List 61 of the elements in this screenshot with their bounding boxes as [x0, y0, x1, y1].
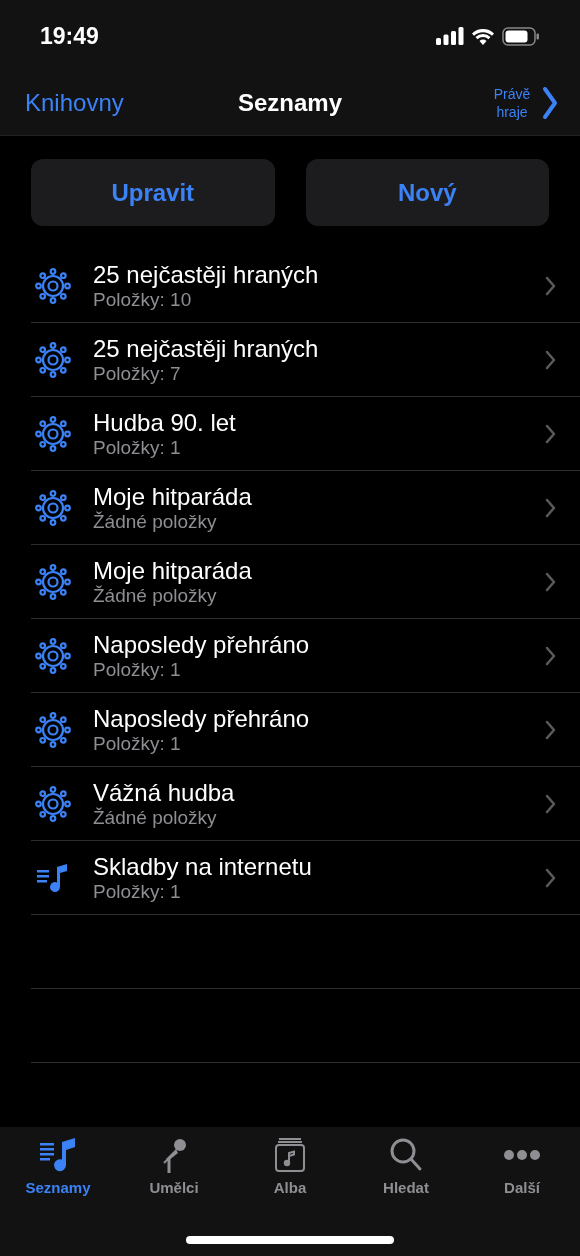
gear-icon [35, 711, 71, 748]
playlist-count: Položky: 1 [93, 880, 182, 903]
playlist-count: Žádné položky [93, 806, 218, 829]
chevron-right-icon [545, 571, 556, 592]
chevron-right-icon [545, 645, 556, 666]
chevron-right-icon [542, 85, 558, 120]
more-icon [502, 1150, 542, 1160]
playlist-row[interactable]: 25 nejčastěji hraných Položky: 10 [31, 249, 580, 323]
chevron-right-icon [545, 349, 556, 370]
chevron-right-icon [545, 497, 556, 518]
playlist-title: Skladby na internetu [93, 852, 313, 881]
playlist-count: Žádné položky [93, 510, 217, 533]
chevron-right-icon [545, 423, 556, 444]
playlist-count: Položky: 1 [93, 732, 182, 755]
chevron-right-icon [545, 719, 556, 740]
chevron-right-icon [545, 275, 556, 296]
playlist-title: 25 nejčastěji hraných [93, 260, 320, 289]
playlist-row[interactable]: 25 nejčastěji hraných Položky: 7 [31, 323, 580, 397]
chevron-right-icon [545, 793, 556, 814]
back-link[interactable]: Knihovny [25, 84, 124, 121]
playlist-count: Položky: 1 [93, 436, 182, 459]
playlist-title: Naposledy přehráno [93, 630, 311, 659]
gear-icon [35, 267, 71, 304]
action-button[interactable]: Upravit [31, 159, 275, 226]
screen-title: Seznamy [237, 87, 343, 118]
gear-icon [35, 785, 71, 822]
signal-icon [436, 27, 464, 45]
action-button[interactable]: Nový [305, 159, 549, 226]
playlist-title: 25 nejčastěji hraných [93, 334, 320, 363]
gear-icon [35, 415, 71, 452]
battery-icon [502, 26, 540, 46]
gear-icon [35, 637, 71, 674]
gear-icon [35, 489, 71, 526]
playlist-row[interactable]: Hudba 90. let Položky: 1 [31, 397, 580, 471]
now-playing-link[interactable]: Právě hraje [488, 84, 558, 121]
playlist-title: Hudba 90. let [93, 408, 237, 437]
playlist-row[interactable]: Naposledy přehráno Položky: 1 [31, 619, 580, 693]
playlist-count: Položky: 10 [93, 288, 193, 311]
gear-icon [35, 341, 71, 378]
playlist-icon [38, 1137, 78, 1173]
playlist-row[interactable]: Vážná hudba Žádné položky [31, 767, 580, 841]
playlist-title: Vážná hudba [93, 778, 236, 807]
tab[interactable]: Umělci [116, 1137, 232, 1200]
tab[interactable]: Další [464, 1137, 580, 1200]
playlist-row[interactable]: Naposledy přehráno Položky: 1 [31, 693, 580, 767]
tab[interactable]: Alba [232, 1137, 348, 1200]
chevron-right-icon [545, 867, 556, 888]
tab[interactable]: Seznamy [0, 1137, 116, 1200]
gear-icon [35, 563, 71, 600]
playlist-title: Naposledy přehráno [93, 704, 311, 733]
playlist-row[interactable]: Moje hitparáda Žádné položky [31, 545, 580, 619]
playlist-title: Moje hitparáda [93, 556, 253, 584]
playlist-count: Položky: 1 [93, 658, 182, 681]
playlist-row[interactable]: Skladby na internetu Položky: 1 [31, 841, 580, 915]
playlist-title: Moje hitparáda [93, 482, 253, 510]
playlist-count: Žádné položky [93, 584, 217, 607]
wifi-icon [472, 27, 494, 45]
playlist-row[interactable]: Moje hitparáda Žádné položky [31, 471, 580, 545]
status-time: 19:49 [40, 21, 99, 51]
playlist-count: Položky: 7 [93, 362, 182, 385]
tab[interactable]: Hledat [348, 1137, 464, 1200]
